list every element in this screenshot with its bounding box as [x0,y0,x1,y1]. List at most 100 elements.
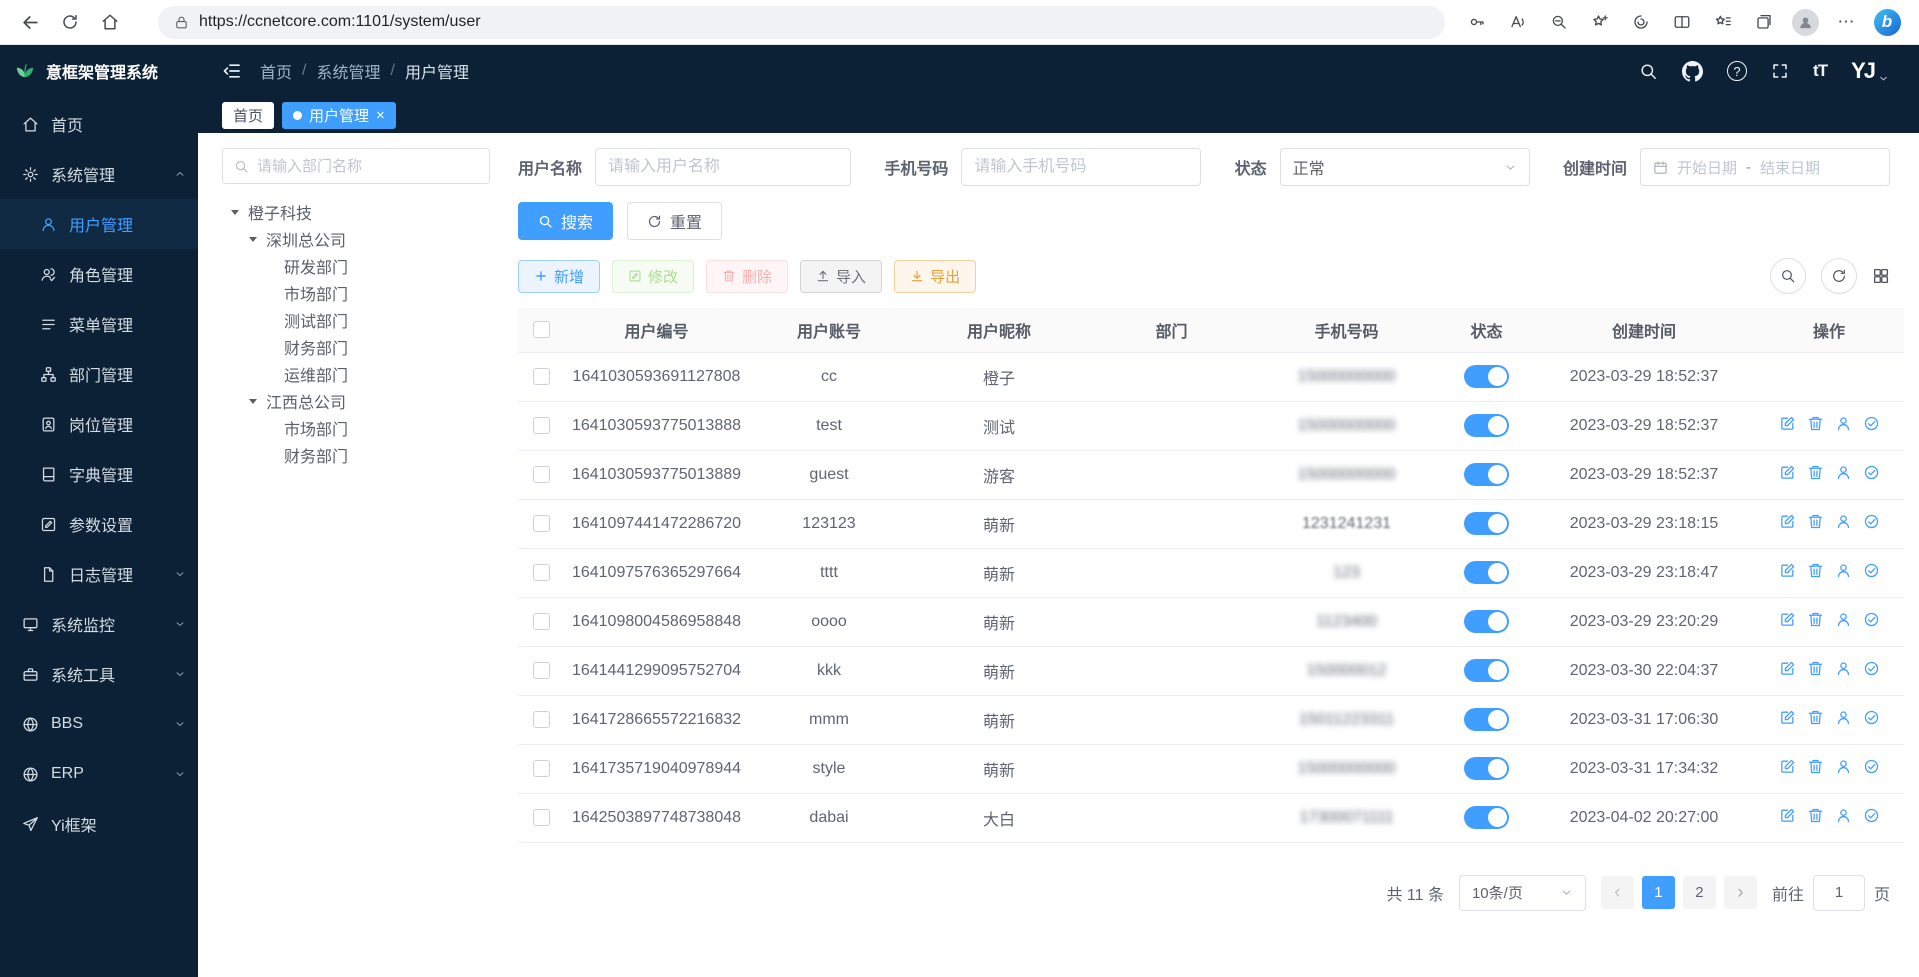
delete-icon[interactable] [1807,513,1824,530]
toggle-search-icon[interactable] [1770,258,1806,294]
row-checkbox[interactable] [533,417,550,434]
sidebar-item-menus[interactable]: 菜单管理 [0,299,198,349]
collapse-sidebar-icon[interactable] [222,61,242,81]
font-size-icon[interactable]: tT [1813,61,1827,81]
browser-back-button[interactable] [12,4,48,40]
sidebar-item-tools[interactable]: 系统工具 [0,649,198,699]
refresh-table-icon[interactable] [1821,258,1857,294]
sidebar-item-system[interactable]: 系统管理 [0,149,198,199]
select-all-checkbox[interactable] [533,321,550,338]
delete-icon[interactable] [1807,562,1824,579]
tree-node[interactable]: 研发部门 [222,252,490,279]
read-aloud-icon[interactable] [1500,4,1536,40]
more-menu-icon[interactable]: ⋯ [1828,4,1864,40]
row-checkbox[interactable] [533,711,550,728]
reset-password-icon[interactable] [1835,807,1852,824]
tab-user-management[interactable]: 用户管理 × [282,102,396,129]
tree-node[interactable]: 运维部门 [222,360,490,387]
column-settings-icon[interactable] [1872,267,1890,285]
delete-icon[interactable] [1807,709,1824,726]
reset-password-icon[interactable] [1835,660,1852,677]
delete-icon[interactable] [1807,611,1824,628]
status-toggle[interactable] [1464,463,1509,486]
reset-password-icon[interactable] [1835,758,1852,775]
assign-role-icon[interactable] [1863,709,1880,726]
edit-icon[interactable] [1779,562,1796,579]
edit-button[interactable]: 修改 [612,260,694,293]
tree-caret-icon[interactable] [230,207,241,217]
github-icon[interactable] [1682,61,1703,82]
bing-copilot-icon[interactable]: b [1869,4,1905,40]
page-button-1[interactable]: 1 [1642,876,1675,909]
user-logo[interactable]: YJ [1851,58,1889,84]
browser-home-button[interactable] [92,4,128,40]
status-toggle[interactable] [1464,610,1509,633]
tree-caret-icon[interactable] [248,396,259,406]
status-select[interactable]: 正常 [1280,148,1530,186]
export-button[interactable]: 导出 [894,260,976,293]
tree-node[interactable]: 江西总公司 [222,387,490,414]
tree-node[interactable]: 市场部门 [222,279,490,306]
sidebar-item-departments[interactable]: 部门管理 [0,349,198,399]
status-toggle[interactable] [1464,757,1509,780]
search-icon[interactable] [1639,62,1658,81]
tree-node[interactable]: 橙子科技 [222,198,490,225]
delete-icon[interactable] [1807,415,1824,432]
edit-icon[interactable] [1779,513,1796,530]
browser-refresh-button[interactable] [52,4,88,40]
assign-role-icon[interactable] [1863,562,1880,579]
edit-icon[interactable] [1779,415,1796,432]
sidebar-item-erp[interactable]: ERP [0,749,198,799]
edit-icon[interactable] [1779,807,1796,824]
edit-icon[interactable] [1779,758,1796,775]
split-screen-icon[interactable] [1664,4,1700,40]
sidebar-item-posts[interactable]: 岗位管理 [0,399,198,449]
next-page-button[interactable]: › [1724,876,1757,909]
delete-icon[interactable] [1807,660,1824,677]
reset-button[interactable]: 重置 [627,202,722,240]
search-button[interactable]: 搜索 [518,202,613,240]
profile-avatar[interactable] [1787,4,1823,40]
edit-icon[interactable] [1779,611,1796,628]
page-button-2[interactable]: 2 [1683,876,1716,909]
sidebar-item-roles[interactable]: 角色管理 [0,249,198,299]
browser-essentials-icon[interactable] [1623,4,1659,40]
breadcrumb-system[interactable]: 系统管理 [316,59,380,83]
page-size-select[interactable]: 10条/页 [1459,875,1586,911]
sidebar-item-home[interactable]: 首页 [0,99,198,149]
add-button[interactable]: 新增 [518,260,600,293]
close-tab-icon[interactable]: × [376,108,385,123]
app-logo[interactable]: 意框架管理系统 [0,45,198,97]
edit-icon[interactable] [1779,660,1796,677]
address-bar[interactable]: https://ccnetcore.com:1101/system/user [158,6,1445,39]
favorites-icon[interactable] [1705,4,1741,40]
sidebar-item-dictionary[interactable]: 字典管理 [0,449,198,499]
status-toggle[interactable] [1464,561,1509,584]
collections-icon[interactable] [1746,4,1782,40]
site-info-icon[interactable] [174,15,189,30]
reset-password-icon[interactable] [1835,513,1852,530]
tree-node[interactable]: 市场部门 [222,414,490,441]
reset-password-icon[interactable] [1835,562,1852,579]
sidebar-item-yi-framework[interactable]: Yi框架 [0,799,198,849]
assign-role-icon[interactable] [1863,807,1880,824]
reset-password-icon[interactable] [1835,611,1852,628]
assign-role-icon[interactable] [1863,611,1880,628]
row-checkbox[interactable] [533,564,550,581]
status-toggle[interactable] [1464,708,1509,731]
status-toggle[interactable] [1464,365,1509,388]
prev-page-button[interactable]: ‹ [1601,876,1634,909]
help-icon[interactable]: ? [1727,61,1747,81]
username-input[interactable] [608,158,838,176]
add-favorite-icon[interactable] [1582,4,1618,40]
date-range-picker[interactable]: 开始日期 - 结束日期 [1640,148,1890,186]
tab-home[interactable]: 首页 [222,102,274,129]
status-toggle[interactable] [1464,414,1509,437]
tree-node[interactable]: 深圳总公司 [222,225,490,252]
row-checkbox[interactable] [533,662,550,679]
row-checkbox[interactable] [533,809,550,826]
tree-node[interactable]: 测试部门 [222,306,490,333]
status-toggle[interactable] [1464,806,1509,829]
row-checkbox[interactable] [533,760,550,777]
row-checkbox[interactable] [533,613,550,630]
